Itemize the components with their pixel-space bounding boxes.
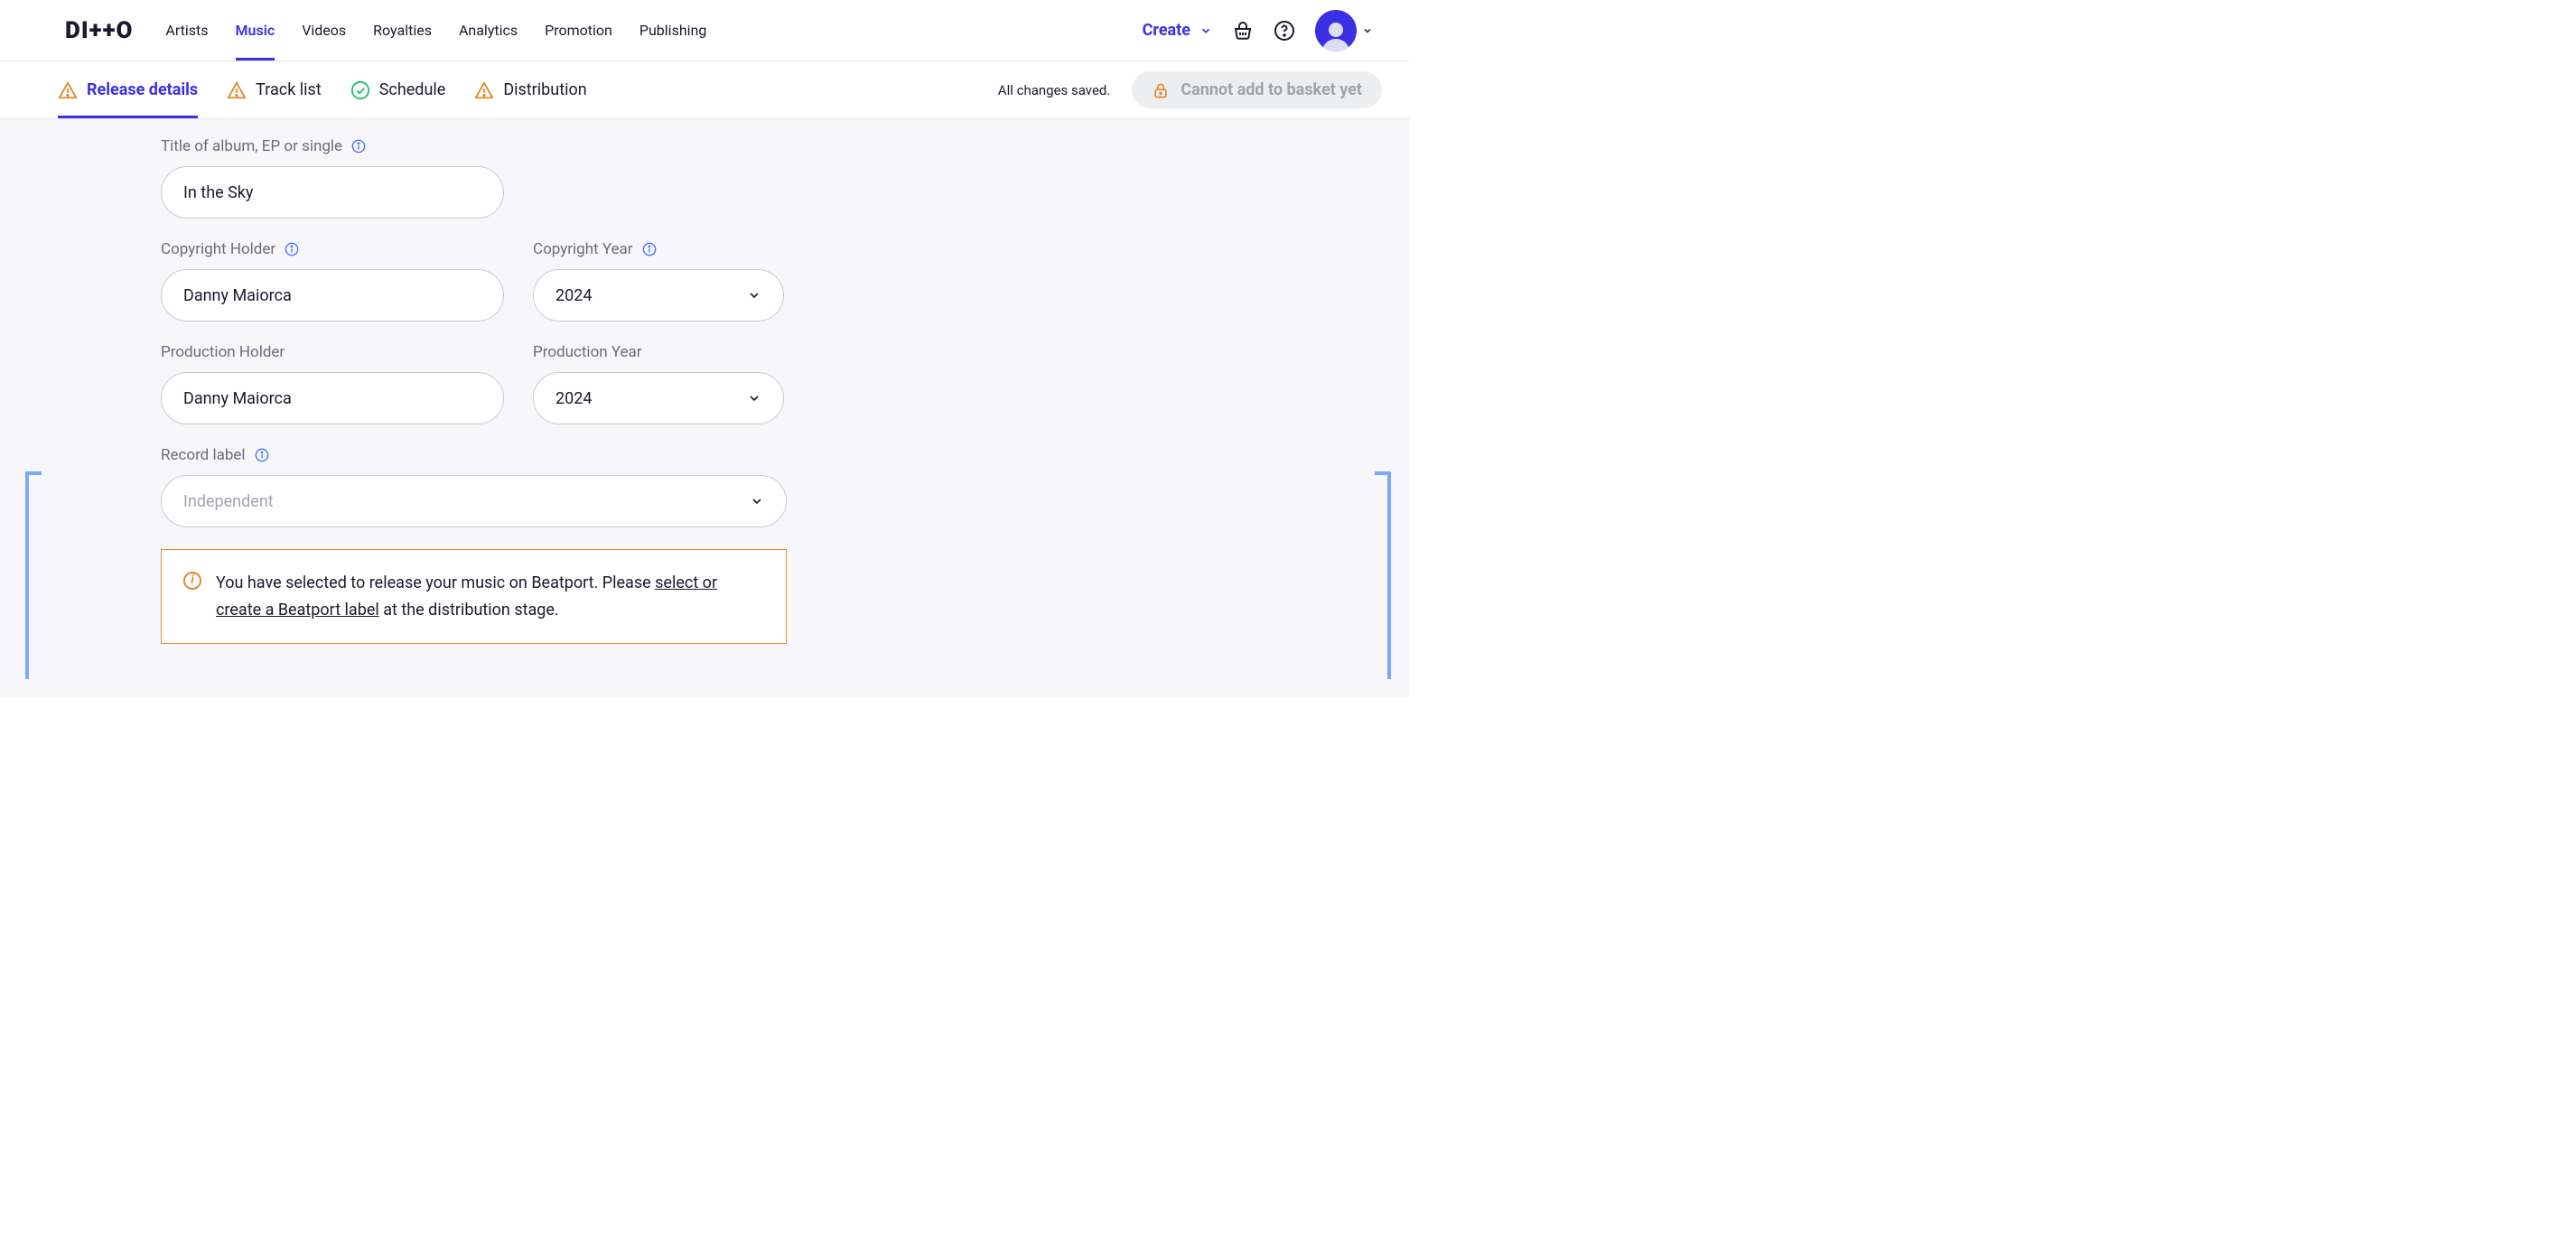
selection-guide-left	[25, 471, 29, 679]
copyright-holder-label: Copyright Holder	[161, 240, 504, 258]
copyright-holder-input[interactable]: Danny Maiorca	[161, 269, 504, 321]
chevron-down-icon	[747, 288, 761, 303]
info-icon[interactable]	[285, 242, 299, 256]
label-text: Copyright Holder	[161, 240, 275, 258]
info-icon[interactable]	[642, 242, 657, 256]
create-button[interactable]: Create	[1143, 21, 1212, 40]
subtabs-right: All changes saved. Cannot add to basket …	[998, 71, 1382, 108]
production-holder-input[interactable]: Danny Maiorca	[161, 372, 504, 424]
nav-items: Artists Music Videos Royalties Analytics…	[165, 0, 1142, 61]
nav-item-artists[interactable]: Artists	[165, 0, 208, 61]
tab-label: Release details	[87, 80, 198, 99]
nav-item-videos[interactable]: Videos	[302, 0, 346, 61]
select-value: 2024	[555, 389, 592, 408]
release-form: Title of album, EP or single In the Sky …	[161, 137, 974, 644]
chevron-down-icon	[1199, 24, 1212, 37]
user-menu[interactable]	[1315, 10, 1373, 51]
info-icon[interactable]	[255, 448, 269, 462]
create-label: Create	[1143, 21, 1190, 40]
copyright-year-select[interactable]: 2024	[533, 269, 784, 321]
avatar	[1315, 10, 1357, 51]
notice-pre: You have selected to release your music …	[216, 573, 655, 592]
basket-icon[interactable]	[1232, 20, 1254, 42]
selection-guide-right	[1387, 471, 1391, 679]
copyright-year-label: Copyright Year	[533, 240, 784, 258]
tab-label: Schedule	[379, 80, 446, 99]
input-value: Danny Maiorca	[183, 389, 292, 408]
notice-post: at the distribution stage.	[379, 601, 559, 620]
top-nav: DI++O Artists Music Videos Royalties Ana…	[0, 0, 1409, 61]
info-icon: i	[183, 572, 201, 590]
record-label-label: Record label	[161, 446, 787, 464]
production-holder-label: Production Holder	[161, 343, 504, 361]
tab-track-list[interactable]: Track list	[227, 61, 322, 118]
help-icon[interactable]	[1274, 20, 1295, 42]
main-content: Title of album, EP or single In the Sky …	[0, 119, 1409, 697]
input-value: In the Sky	[183, 183, 253, 202]
label-text: Production Year	[533, 343, 642, 361]
check-icon	[350, 80, 370, 100]
tab-distribution[interactable]: Distribution	[474, 61, 586, 118]
tab-label: Track list	[256, 80, 322, 99]
production-year-label: Production Year	[533, 343, 784, 361]
basket-label: Cannot add to basket yet	[1181, 80, 1362, 99]
chevron-down-icon	[1362, 25, 1373, 36]
label-text: Record label	[161, 446, 246, 464]
tab-schedule[interactable]: Schedule	[350, 61, 446, 118]
nav-item-publishing[interactable]: Publishing	[639, 0, 706, 61]
warning-icon	[58, 80, 78, 100]
lock-icon	[1152, 81, 1170, 99]
label-text: Production Holder	[161, 343, 285, 361]
chevron-down-icon	[747, 391, 761, 405]
chevron-down-icon	[750, 494, 764, 508]
production-year-select[interactable]: 2024	[533, 372, 784, 424]
subtabs-bar: Release details Track list Schedule Dist…	[0, 61, 1409, 119]
nav-item-royalties[interactable]: Royalties	[373, 0, 432, 61]
nav-item-music[interactable]: Music	[236, 0, 275, 61]
notice-text: You have selected to release your music …	[216, 570, 764, 623]
beatport-notice: i You have selected to release your musi…	[161, 549, 787, 644]
add-to-basket-button: Cannot add to basket yet	[1132, 71, 1382, 108]
tab-release-details[interactable]: Release details	[58, 61, 198, 118]
nav-item-analytics[interactable]: Analytics	[459, 0, 518, 61]
warning-icon	[474, 80, 494, 100]
title-input[interactable]: In the Sky	[161, 166, 504, 219]
record-label-select[interactable]: Independent	[161, 475, 787, 527]
select-value: 2024	[555, 286, 592, 305]
info-icon[interactable]	[351, 139, 366, 154]
input-value: Danny Maiorca	[183, 286, 292, 305]
label-text: Copyright Year	[533, 240, 633, 258]
subtabs-left: Release details Track list Schedule Dist…	[58, 61, 587, 118]
label-text: Title of album, EP or single	[161, 137, 342, 155]
title-label: Title of album, EP or single	[161, 137, 504, 155]
save-status: All changes saved.	[998, 82, 1111, 98]
warning-icon	[227, 80, 247, 100]
nav-item-promotion[interactable]: Promotion	[545, 0, 612, 61]
logo: DI++O	[65, 17, 133, 44]
nav-right: Create	[1143, 10, 1373, 51]
tab-label: Distribution	[503, 80, 586, 99]
select-placeholder: Independent	[183, 492, 274, 511]
